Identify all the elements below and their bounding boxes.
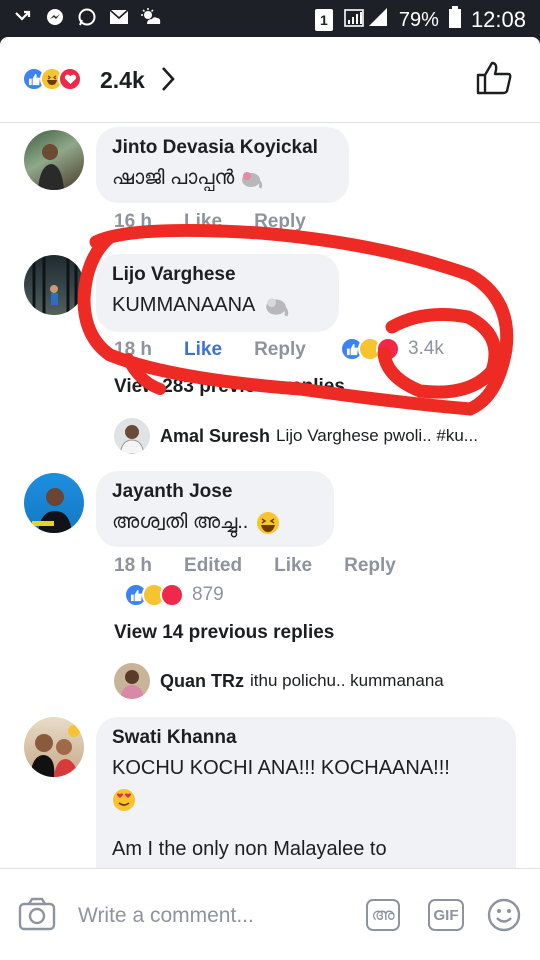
like-post-button[interactable]: [476, 61, 512, 100]
chevron-right-icon[interactable]: [160, 65, 176, 98]
reaction-count[interactable]: 2.4k: [100, 67, 145, 94]
comment-text: ഷാജി പാപ്പൻ: [112, 165, 333, 192]
elephant-icon: [266, 297, 289, 317]
avatar: [114, 418, 150, 454]
battery-icon: [448, 6, 461, 34]
comment-time: 18 h: [114, 555, 153, 576]
like-button[interactable]: Like: [274, 555, 312, 577]
comment-composer: അ GIF: [0, 868, 540, 960]
comment-bubble[interactable]: Jayanth Jose അശ്വതി അച്ചു..: [96, 471, 334, 547]
signal-icon: [343, 6, 389, 34]
comment-time: 18 h: [114, 339, 153, 360]
reply-author[interactable]: Amal Suresh: [160, 426, 270, 447]
laughing-emoji-icon: [257, 511, 280, 534]
weather-icon: [140, 6, 162, 28]
comment-reactions[interactable]: 879: [124, 583, 224, 607]
avatar[interactable]: [24, 130, 84, 190]
comment-text-continued: Am I the only non Malayalee to: [112, 838, 387, 860]
whatsapp-icon: [76, 6, 98, 28]
love-reaction-icon: [376, 337, 400, 361]
comment-author[interactable]: Jinto Devasia Koyickal: [112, 137, 333, 159]
malayalam-keyboard-button[interactable]: അ: [366, 899, 400, 931]
comments-sheet: 2.4k Jinto Devasia Koyickal ഷാജി പാപ്പൻ …: [0, 37, 540, 960]
reply-text: ithu polichu.. kummanana: [250, 671, 444, 690]
battery-percent: 79%: [398, 8, 439, 31]
elephant-icon: [242, 171, 263, 189]
avatar[interactable]: [24, 717, 84, 777]
reactions-header: 2.4k: [0, 37, 540, 123]
comment-bubble[interactable]: Lijo Varghese KUMMANAANA: [96, 254, 339, 332]
avatar: [114, 663, 150, 699]
emoji-icon[interactable]: [487, 898, 521, 937]
avatar[interactable]: [24, 473, 84, 533]
comment-author[interactable]: Lijo Varghese: [112, 264, 323, 286]
system-status: 1 79% 12:08: [314, 6, 526, 34]
love-reaction-icon: [160, 583, 184, 607]
love-reaction-icon: [58, 67, 82, 91]
reply-author[interactable]: Quan TRz: [160, 671, 244, 692]
comment-author[interactable]: Jayanth Jose: [112, 481, 318, 503]
comment-actions: 18 h Like Reply: [114, 339, 338, 361]
notification-icons: [12, 6, 162, 28]
comment-bubble[interactable]: Jinto Devasia Koyickal ഷാജി പാപ്പൻ: [96, 127, 349, 203]
camera-icon[interactable]: [18, 897, 56, 936]
messenger-icon: [44, 6, 66, 28]
view-previous-replies[interactable]: View 14 previous replies: [114, 622, 334, 644]
status-bar: 1 79% 12:08: [0, 0, 540, 38]
latest-reply[interactable]: Quan TRz ithu polichu.. kummanana: [114, 663, 444, 699]
edited-label[interactable]: Edited: [184, 555, 242, 577]
missed-call-icon: [12, 6, 34, 28]
comment-text: KUMMANAANA: [112, 292, 323, 319]
comment-text: അശ്വതി അച്ചു..: [112, 509, 318, 536]
comment-text: KOCHU KOCHI ANA!!! KOCHAANA!!!: [112, 757, 450, 779]
comment-time: 16 h: [114, 211, 153, 232]
like-button[interactable]: Like: [184, 211, 222, 233]
reply-button[interactable]: Reply: [254, 211, 306, 233]
comment-author[interactable]: Swati Khanna: [112, 727, 500, 749]
comment-actions: 16 h Like Reply: [114, 211, 338, 233]
reply-button[interactable]: Reply: [344, 555, 396, 577]
reaction-summary[interactable]: [22, 67, 82, 91]
comment-actions: 18 h Edited Like Reply: [114, 555, 428, 577]
latest-reply[interactable]: Amal Suresh Lijo Varghese pwoli.. #ku...: [114, 418, 478, 454]
clock: 12:08: [470, 7, 526, 32]
comment-reactions[interactable]: 3.4k: [340, 337, 444, 361]
reaction-count: 879: [192, 584, 224, 605]
avatar[interactable]: [24, 255, 84, 315]
reaction-count: 3.4k: [408, 338, 444, 359]
gif-button[interactable]: GIF: [428, 899, 464, 931]
mail-icon: [108, 6, 130, 28]
sim-icon: 1: [314, 9, 333, 31]
view-previous-replies[interactable]: View 283 previous replies: [114, 376, 345, 398]
reply-button[interactable]: Reply: [254, 339, 306, 361]
reply-text: Lijo Varghese pwoli.. #ku...: [276, 426, 478, 445]
comment-input[interactable]: [78, 899, 328, 933]
like-button[interactable]: Like: [184, 339, 222, 361]
heart-eyes-emoji-icon: [113, 789, 135, 811]
